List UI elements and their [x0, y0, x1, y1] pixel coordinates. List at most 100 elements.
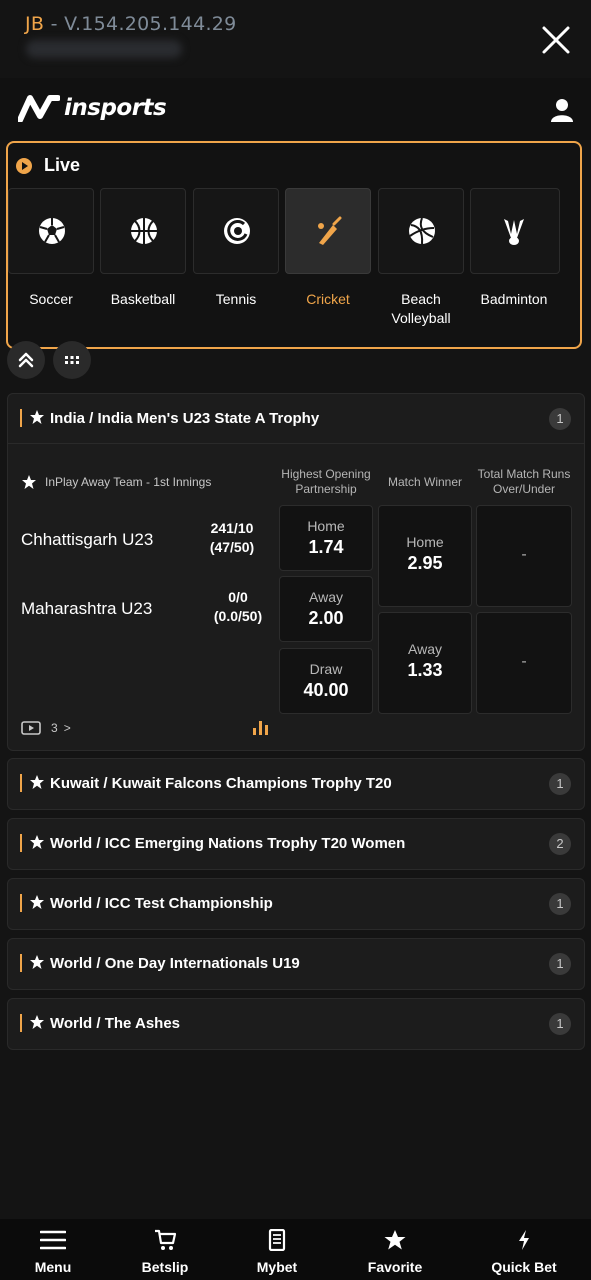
hamburger-menu-icon: [40, 1230, 66, 1250]
stats-bar-icon[interactable]: [252, 719, 270, 740]
top-bar: JB - V.154.205.144.29: [0, 0, 591, 78]
star-icon[interactable]: [29, 894, 45, 910]
nav-menu[interactable]: Menu: [3, 1219, 103, 1280]
away-team-score: 0/0 (0.0/50): [198, 588, 278, 626]
bottom-navigation: Menu Betslip Mybet Favorite Quick Bet: [0, 1219, 591, 1280]
league-count-badge: 1: [549, 773, 571, 795]
live-title: Live: [44, 155, 81, 175]
user-icon[interactable]: [551, 98, 573, 122]
column-header-winner: Match Winner: [387, 475, 463, 489]
nav-betslip[interactable]: Betslip: [115, 1219, 215, 1280]
league-header[interactable]: India / India Men's U23 State A Trophy 1: [8, 394, 584, 444]
league-name: World / One Day Internationals U19: [50, 955, 300, 972]
home-score-overs: (47/50): [209, 539, 255, 555]
sport-label-cricket: Cricket: [306, 291, 350, 307]
league-accent-bar: [20, 774, 22, 792]
cart-icon: [155, 1229, 177, 1250]
home-score-runs: 241/10: [210, 520, 254, 536]
odd-label: Away: [408, 641, 442, 657]
league-name: World / ICC Test Championship: [50, 895, 273, 912]
inplay-status: InPlay Away Team - 1st Innings: [21, 474, 211, 490]
nav-label: Menu: [34, 1259, 72, 1275]
league-row-india[interactable]: India / India Men's U23 State A Trophy 1: [8, 394, 584, 444]
league-accent-bar: [20, 409, 22, 427]
league-count-badge: 1: [549, 953, 571, 975]
grid-dots-icon: [65, 356, 79, 364]
star-icon[interactable]: [29, 409, 45, 425]
video-play-icon: [21, 721, 41, 735]
shuttlecock-icon: [504, 219, 524, 245]
league-row[interactable]: World / ICC Test Championship 1: [7, 878, 585, 930]
away-score-overs: (0.0/50): [213, 608, 263, 624]
odd-winner-away[interactable]: Away 1.33: [378, 612, 472, 714]
odd-value: 2.95: [407, 553, 443, 573]
odd-value: 1.33: [407, 660, 443, 680]
media-link[interactable]: 3 >: [21, 720, 71, 736]
odd-empty: -: [521, 546, 527, 563]
odd-partnership-home[interactable]: Home 1.74: [279, 505, 373, 571]
odd-total-over[interactable]: -: [476, 505, 572, 607]
league-row[interactable]: Kuwait / Kuwait Falcons Champions Trophy…: [7, 758, 585, 810]
sport-label-soccer: Soccer: [29, 291, 73, 307]
app-page: JB - V.154.205.144.29 insports Live Socc…: [0, 0, 591, 1280]
double-chevron-up-icon: [18, 352, 34, 368]
logo-mark-icon: [18, 95, 60, 122]
home-team-name: Chhattisgarh U23: [21, 530, 154, 549]
nav-mybet[interactable]: Mybet: [227, 1219, 327, 1280]
chevron-right-icon: >: [63, 721, 71, 735]
league-accent-bar: [20, 954, 22, 972]
sport-tile-tennis[interactable]: [193, 188, 279, 274]
star-icon[interactable]: [29, 774, 45, 790]
nav-label: Favorite: [367, 1259, 423, 1275]
odd-label: Away: [309, 589, 343, 605]
column-header-totals: Total Match Runs Over/Under: [477, 467, 571, 496]
sport-label-basketball: Basketball: [110, 291, 176, 307]
star-icon[interactable]: [29, 1014, 45, 1030]
tennis-icon: [224, 218, 250, 244]
odd-partnership-draw[interactable]: Draw 40.00: [279, 648, 373, 714]
sport-tile-basketball[interactable]: [100, 188, 186, 274]
sport-tile-beach-volleyball[interactable]: [378, 188, 464, 274]
nav-favorite[interactable]: Favorite: [345, 1219, 445, 1280]
nav-label: Betslip: [141, 1259, 189, 1275]
away-score-runs: 0/0: [228, 589, 248, 605]
brand-logo[interactable]: insports: [18, 92, 167, 124]
nav-quick-bet[interactable]: Quick Bet: [474, 1219, 574, 1280]
odd-label: Home: [307, 518, 345, 534]
live-header: Live: [16, 155, 80, 176]
live-play-icon: [16, 157, 32, 174]
grid-view-button[interactable]: [53, 341, 91, 379]
league-row[interactable]: World / ICC Emerging Nations Trophy T20 …: [7, 818, 585, 870]
close-icon[interactable]: [540, 24, 572, 56]
version-label: JB - V.154.205.144.29: [25, 13, 237, 35]
sport-tile-soccer[interactable]: [8, 188, 94, 274]
volleyball-icon: [409, 217, 435, 245]
version-prefix: JB: [25, 13, 45, 35]
lightning-icon: [519, 1230, 529, 1250]
sport-label-beach-volleyball: Beach Volleyball: [391, 291, 451, 326]
odd-value: 1.74: [308, 537, 344, 557]
odd-empty: -: [521, 653, 527, 670]
away-team-name: Maharashtra U23: [21, 599, 153, 618]
blurred-account-info: [26, 40, 182, 58]
odd-value: 2.00: [308, 608, 344, 628]
odd-total-under[interactable]: -: [476, 612, 572, 714]
league-row[interactable]: World / One Day Internationals U19 1: [7, 938, 585, 990]
sport-tile-badminton[interactable]: [470, 188, 560, 274]
odd-winner-home[interactable]: Home 2.95: [378, 505, 472, 607]
logo-text: insports: [64, 95, 167, 121]
sport-label-badminton: Badminton: [480, 291, 548, 307]
star-icon[interactable]: [21, 474, 37, 490]
league-accent-bar: [20, 1014, 22, 1032]
league-count-badge: 2: [549, 833, 571, 855]
league-row[interactable]: World / The Ashes 1: [7, 998, 585, 1050]
collapse-all-button[interactable]: [7, 341, 45, 379]
star-icon[interactable]: [29, 834, 45, 850]
media-count: 3: [51, 721, 58, 735]
odd-partnership-away[interactable]: Away 2.00: [279, 576, 373, 642]
star-icon[interactable]: [29, 954, 45, 970]
odd-value: 40.00: [303, 680, 349, 700]
sport-label-tennis: Tennis: [215, 291, 257, 307]
sport-tile-cricket[interactable]: [285, 188, 371, 274]
match-card: India / India Men's U23 State A Trophy 1…: [7, 393, 585, 751]
